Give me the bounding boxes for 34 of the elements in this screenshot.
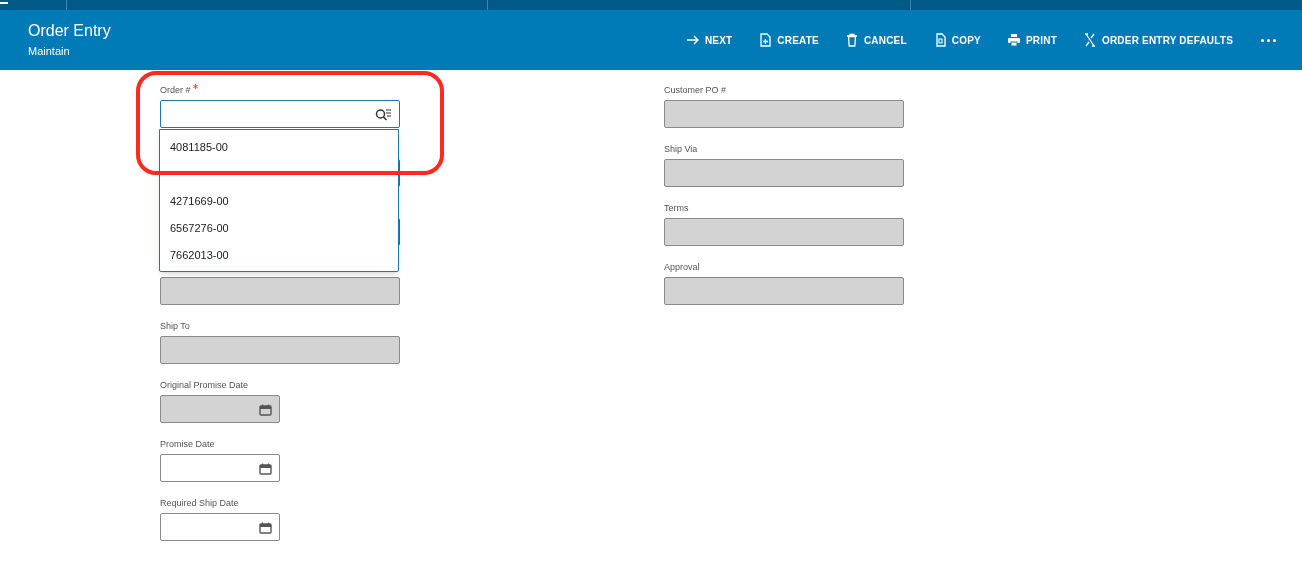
lookup-field[interactable] bbox=[160, 100, 400, 128]
page-subtitle: Maintain bbox=[28, 44, 71, 59]
field-label: Order # bbox=[160, 84, 191, 96]
create-button[interactable]: CREATE bbox=[752, 28, 825, 52]
field-label: Ship To bbox=[160, 320, 190, 332]
copy-button[interactable]: COPY bbox=[926, 28, 987, 52]
field-label: Original Promise Date bbox=[160, 379, 249, 391]
dropdown-option[interactable]: 6567276-00 bbox=[160, 215, 398, 242]
calendar-icon bbox=[259, 404, 272, 416]
field-label: Promise Date bbox=[160, 438, 215, 450]
next-button[interactable]: NEXT bbox=[679, 28, 739, 52]
date-field[interactable] bbox=[160, 513, 280, 541]
print-button[interactable]: PRINT bbox=[1000, 28, 1063, 52]
cancel-button[interactable]: CANCEL bbox=[838, 28, 913, 52]
page-title: Order Entry bbox=[28, 21, 111, 41]
trash-icon bbox=[844, 33, 859, 47]
defaults-button[interactable]: ORDER ENTRY DEFAULTS bbox=[1076, 28, 1239, 52]
calendar-icon bbox=[259, 522, 272, 534]
new-document-icon bbox=[758, 33, 773, 47]
field-label: Ship Via bbox=[664, 143, 698, 155]
hourglass-icon bbox=[1082, 33, 1097, 47]
field-label: Required Ship Date bbox=[160, 497, 239, 509]
dropdown-option[interactable]: 7662013-00 bbox=[160, 242, 398, 269]
printer-icon bbox=[1006, 33, 1021, 47]
field-label: Approval bbox=[664, 261, 700, 273]
field-label: Customer PO # bbox=[664, 84, 727, 96]
dropdown-option[interactable]: 4271669-00 bbox=[160, 188, 398, 215]
field-label: Terms bbox=[664, 202, 689, 214]
search-list-icon[interactable] bbox=[375, 108, 392, 122]
dropdown-option[interactable]: 4081185-00 bbox=[160, 134, 398, 161]
calendar-icon bbox=[259, 463, 272, 475]
arrow-right-icon bbox=[685, 33, 700, 47]
date-field[interactable] bbox=[160, 454, 280, 482]
menu-icon[interactable] bbox=[0, 0, 8, 6]
